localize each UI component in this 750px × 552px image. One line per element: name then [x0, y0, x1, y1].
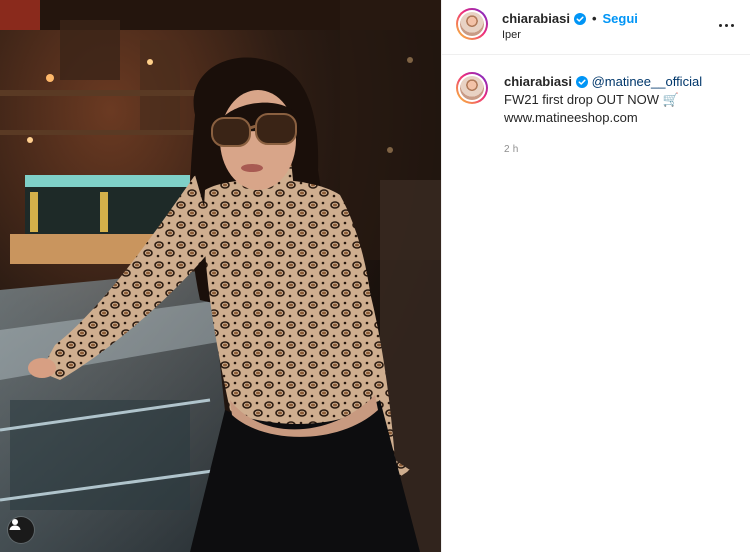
user-tag-button[interactable] [8, 517, 34, 543]
caption-username[interactable]: chiarabiasi [504, 73, 572, 91]
caption-line-2: www.matineeshop.com [504, 110, 638, 125]
post-photo[interactable] [0, 0, 441, 552]
author-username[interactable]: chiarabiasi [502, 11, 570, 26]
post-timestamp[interactable]: 2 h [504, 141, 736, 159]
caption-line-1: FW21 first drop OUT NOW 🛒 [504, 92, 679, 107]
verified-badge-icon [575, 76, 588, 88]
post-header: chiarabiasi • Segui Iper [442, 0, 750, 55]
caption-avatar[interactable] [456, 72, 488, 104]
author-avatar[interactable] [456, 8, 488, 40]
verified-badge-icon [573, 12, 586, 25]
post-photo-image [0, 0, 441, 552]
follow-button[interactable]: Segui [603, 11, 638, 26]
post-location[interactable]: Iper [502, 29, 521, 41]
separator-dot: • [591, 11, 597, 26]
caption: chiarabiasi @matinee__official FW21 firs… [442, 55, 750, 159]
mention-link[interactable]: @matinee__official [592, 74, 703, 89]
user-tag-icon [9, 519, 21, 530]
more-options-icon[interactable] [716, 18, 736, 32]
post-side-panel: chiarabiasi • Segui Iper chiarabiasi @ma… [441, 0, 750, 552]
